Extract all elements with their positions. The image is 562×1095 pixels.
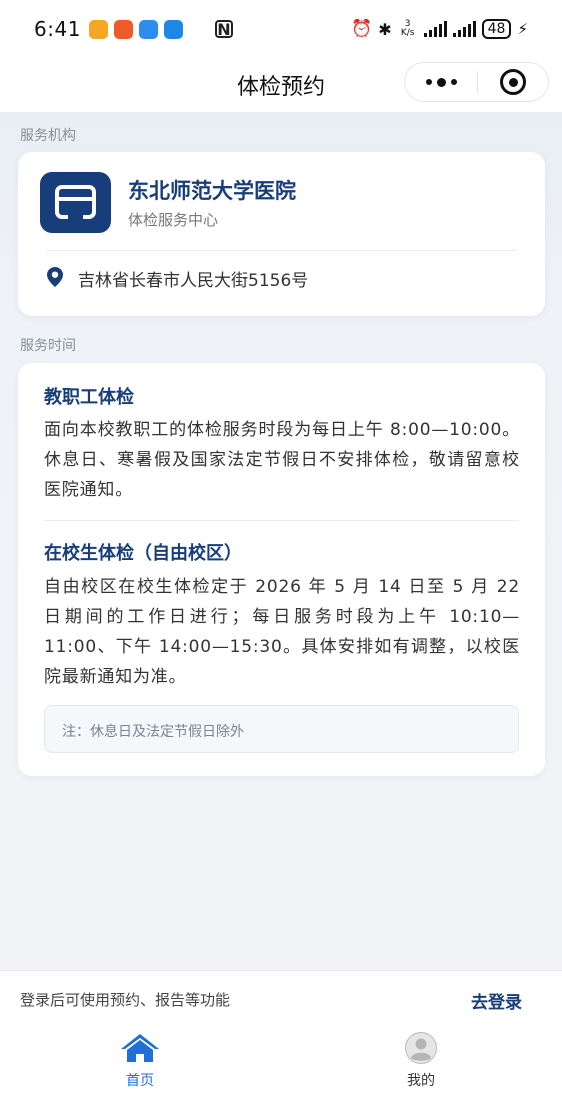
more-dots-icon[interactable]	[405, 63, 477, 101]
tab-me-label: 我的	[407, 1073, 435, 1089]
tab-me[interactable]: 我的	[351, 1032, 491, 1090]
mini-program-capsule	[404, 62, 549, 102]
institution-subtitle: 体检服务中心	[128, 211, 219, 229]
app-notification-icon	[88, 19, 108, 39]
schedule-card: 教职工体检 面向本校教职工的体检服务时段为每日上午 8:00—10:00。休息日…	[18, 363, 545, 776]
nfc-icon: N	[214, 20, 233, 39]
alarm-icon: ⏰	[351, 19, 373, 39]
card-divider	[46, 250, 517, 251]
student-exam-text: 自由校区在校生体检定于 2026 年 5 月 14 日至 5 月 22 日期间的…	[44, 577, 520, 687]
tab-bar: 首页 我的	[0, 1026, 562, 1095]
login-button[interactable]: 去登录	[471, 988, 522, 1013]
close-button[interactable]	[478, 69, 548, 95]
section-label-schedule: 服务时间	[20, 338, 76, 354]
target-close-icon	[500, 69, 526, 95]
main-content: 服务机构 东北师范大学医院 体检服务中心 吉林省长春市人民大街5156号 服务时…	[0, 112, 562, 970]
cloud-notification-icon	[163, 19, 183, 39]
signal-icon	[452, 21, 476, 37]
tab-home[interactable]: 首页	[70, 1032, 210, 1090]
staff-exam-title: 教职工体检	[44, 387, 134, 408]
institution-name: 东北师范大学医院	[128, 179, 296, 203]
charging-icon: ⚡	[517, 20, 528, 38]
battery-indicator: 48	[481, 19, 512, 39]
institution-card[interactable]: 东北师范大学医院 体检服务中心 吉林省长春市人民大街5156号	[18, 152, 545, 316]
home-icon	[121, 1034, 159, 1062]
nav-bar: 体检预约	[0, 58, 562, 112]
schedule-note: 注：休息日及法定节假日除外	[44, 705, 519, 753]
network-speed: 3 K/s	[400, 19, 415, 38]
message-notification-icon	[138, 19, 158, 39]
tab-home-label: 首页	[126, 1073, 154, 1089]
user-avatar-icon	[405, 1032, 437, 1064]
staff-exam-text: 面向本校教职工的体检服务时段为每日上午 8:00—10:00。休息日、寒暑假及国…	[44, 420, 520, 500]
institution-address: 吉林省长春市人民大街5156号	[78, 271, 309, 291]
status-time: 6:41	[34, 17, 81, 41]
status-right: ⏰ ✱ 3 K/s 48 ⚡	[351, 19, 528, 39]
store-icon	[40, 172, 111, 233]
login-bar: 登录后可使用预约、报告等功能 去登录	[0, 970, 562, 1026]
student-exam-title: 在校生体检（自由校区）	[44, 543, 242, 564]
signal-icon	[423, 21, 447, 37]
login-tip: 登录后可使用预约、报告等功能	[20, 991, 231, 1009]
schedule-divider	[44, 520, 519, 521]
location-pin-icon	[47, 267, 63, 287]
section-label-institution: 服务机构	[20, 128, 76, 144]
status-bar: 6:41 N ⏰ ✱ 3 K/s 48 ⚡	[0, 0, 562, 58]
app-notification-icon	[113, 19, 133, 39]
bluetooth-icon: ✱	[378, 19, 392, 39]
